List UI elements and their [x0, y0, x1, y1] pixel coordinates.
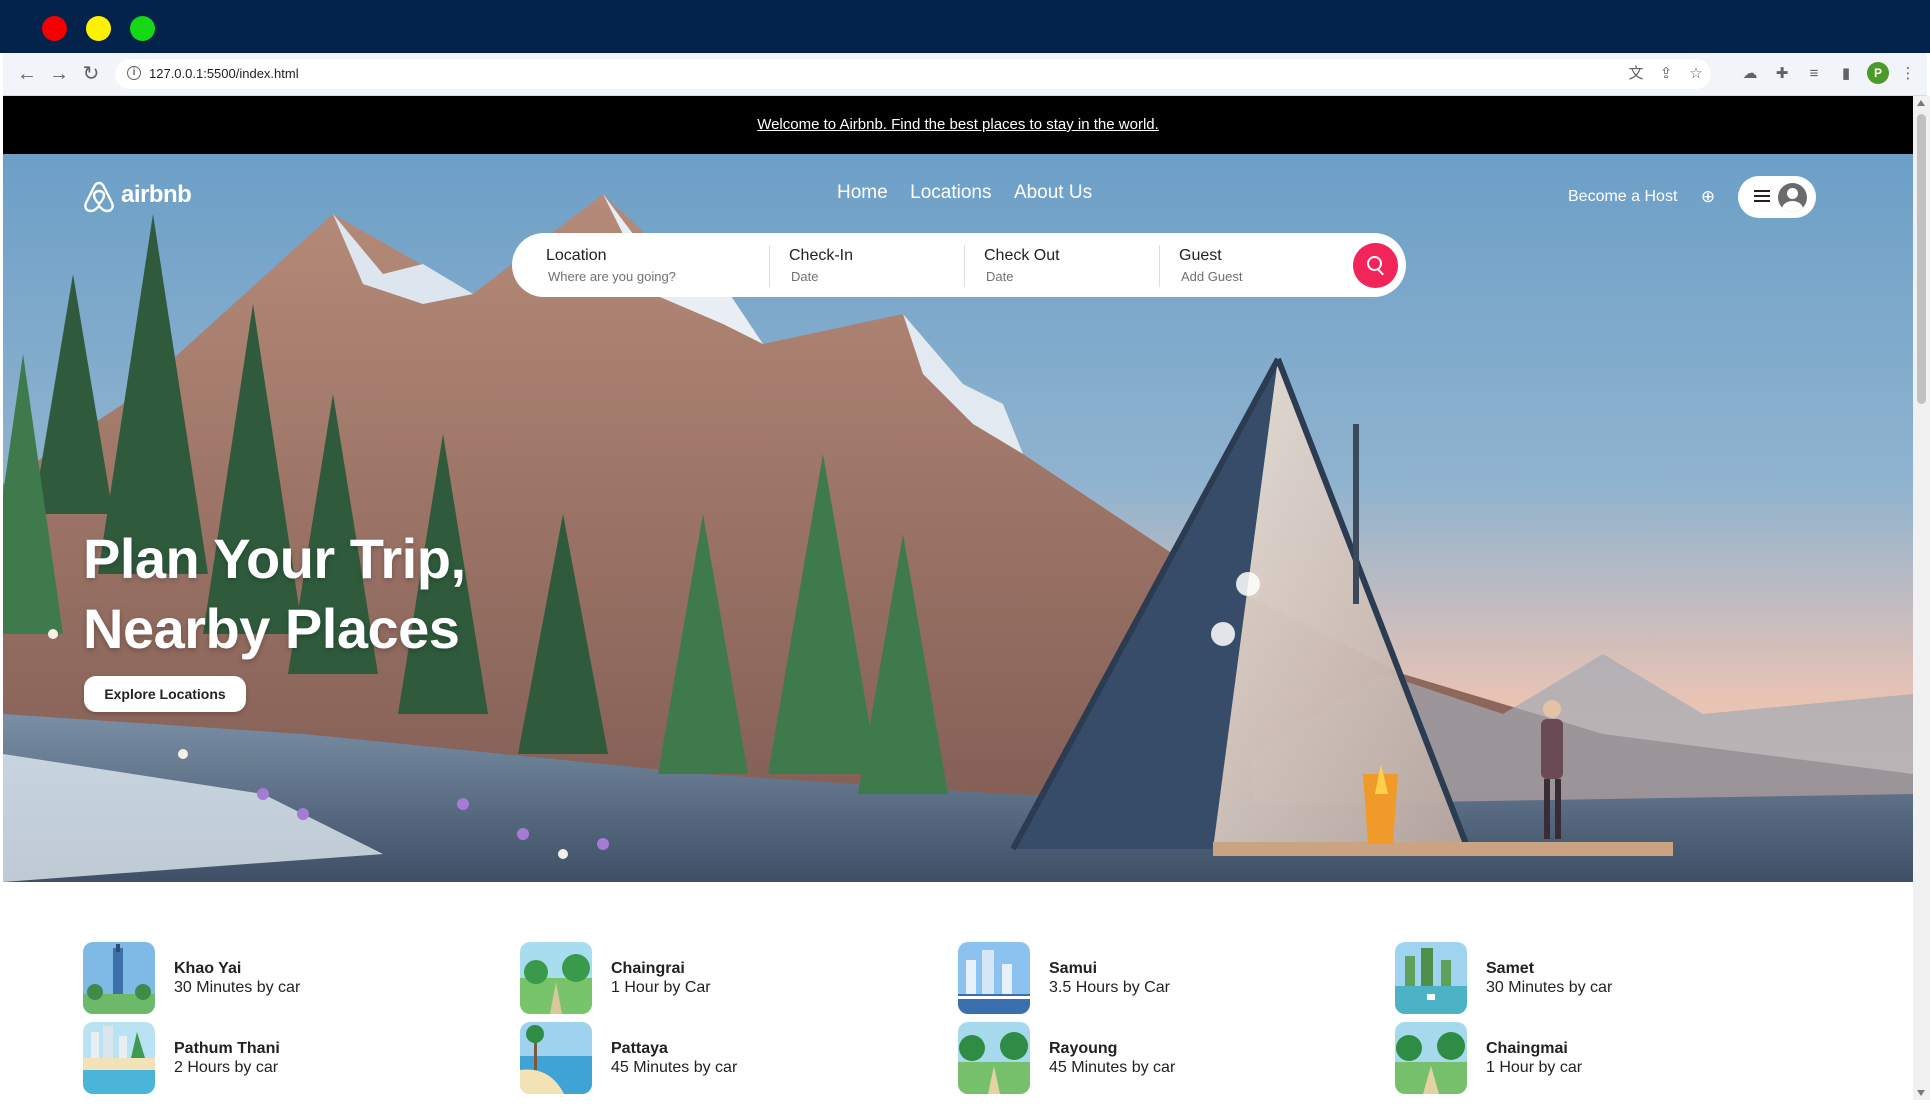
address-url[interactable]: 127.0.0.1:5500/index.html: [149, 66, 299, 81]
minimize-window-button[interactable]: [86, 16, 111, 41]
hero-section: airbnb Home Locations About Us Become a …: [3, 154, 1913, 882]
user-menu-button[interactable]: [1738, 176, 1816, 218]
search-divider: [769, 245, 770, 287]
nav-home[interactable]: Home: [837, 182, 888, 203]
profile-avatar[interactable]: P: [1867, 62, 1889, 84]
extensions-puzzle-icon[interactable]: ✚: [1773, 65, 1791, 83]
scrollbar-thumb[interactable]: [1917, 114, 1926, 404]
place-thumbnail: [1395, 1022, 1467, 1094]
place-distance: 30 Minutes by car: [1486, 979, 1613, 996]
window-titlebar: [0, 0, 1930, 53]
place-distance: 1 Hour by car: [1486, 1059, 1583, 1076]
page-scrollbar[interactable]: [1913, 96, 1930, 1100]
checkout-label: Check Out: [984, 247, 1060, 264]
scroll-down-arrow-icon[interactable]: [1917, 1090, 1925, 1096]
place-card[interactable]: Samui 3.5 Hours by Car: [958, 942, 1318, 1014]
place-name: Rayoung: [1049, 1040, 1118, 1057]
search-divider: [1159, 245, 1160, 287]
nav-locations[interactable]: Locations: [910, 182, 991, 203]
reload-icon[interactable]: ↻: [79, 62, 103, 86]
address-bar[interactable]: i 127.0.0.1:5500/index.html 文 ⇪ ☆: [115, 59, 1711, 89]
place-name: Chaingrai: [611, 960, 685, 977]
search-bar: Location Where are you going? Check-In D…: [512, 233, 1406, 297]
place-distance: 3.5 Hours by Car: [1049, 979, 1170, 996]
place-distance: 45 Minutes by car: [611, 1059, 738, 1076]
place-thumbnail: [520, 1022, 592, 1094]
site-info-icon[interactable]: i: [127, 66, 141, 80]
share-icon[interactable]: ⇪: [1657, 65, 1675, 83]
search-icon: [1367, 256, 1382, 271]
guest-label: Guest: [1179, 247, 1222, 264]
location-input[interactable]: Where are you going?: [548, 269, 676, 284]
place-name: Samui: [1049, 960, 1098, 977]
place-thumbnail: [958, 1022, 1030, 1094]
back-arrow-icon[interactable]: ←: [15, 62, 39, 86]
nearby-places: Khao Yai 30 Minutes by car Chaingrai 1 H…: [3, 942, 1913, 1100]
place-card[interactable]: Khao Yai 30 Minutes by car: [83, 942, 443, 1014]
side-panel-icon[interactable]: ▮: [1837, 65, 1855, 83]
place-distance: 1 Hour by Car: [611, 979, 711, 996]
place-card[interactable]: Pattaya 45 Minutes by car: [520, 1022, 880, 1094]
hero-title: Plan Your Trip, Nearby Places: [83, 524, 466, 664]
place-distance: 45 Minutes by car: [1049, 1059, 1176, 1076]
place-thumbnail: [83, 1022, 155, 1094]
close-window-button[interactable]: [42, 16, 67, 41]
checkin-input[interactable]: Date: [791, 269, 818, 284]
search-button[interactable]: [1353, 243, 1398, 288]
announcement-bar: Welcome to Airbnb. Find the best places …: [3, 96, 1913, 154]
location-label: Location: [546, 247, 607, 264]
hamburger-icon: [1754, 190, 1770, 202]
nav-about-us[interactable]: About Us: [1014, 182, 1092, 203]
checkin-label: Check-In: [789, 247, 854, 264]
maximize-window-button[interactable]: [130, 16, 155, 41]
user-avatar-icon: [1778, 183, 1807, 212]
search-divider: [964, 245, 965, 287]
globe-icon[interactable]: ⊕: [1699, 188, 1717, 206]
place-card[interactable]: Chaingmai 1 Hour by car: [1395, 1022, 1755, 1094]
guest-input[interactable]: Add Guest: [1181, 269, 1242, 284]
become-host-link[interactable]: Become a Host: [1568, 188, 1677, 206]
place-distance: 2 Hours by car: [174, 1059, 279, 1076]
place-name: Chaingmai: [1486, 1040, 1568, 1057]
scroll-up-arrow-icon[interactable]: [1917, 100, 1925, 106]
checkout-input[interactable]: Date: [986, 269, 1013, 284]
place-card[interactable]: Samet 30 Minutes by car: [1395, 942, 1755, 1014]
place-name: Pathum Thani: [174, 1040, 280, 1057]
place-card[interactable]: Chaingrai 1 Hour by Car: [520, 942, 880, 1014]
translate-icon[interactable]: 文: [1627, 65, 1645, 83]
browser-menu-icon[interactable]: ⋮: [1899, 65, 1917, 83]
place-name: Pattaya: [611, 1040, 668, 1057]
place-card[interactable]: Rayoung 45 Minutes by car: [958, 1022, 1318, 1094]
place-name: Samet: [1486, 960, 1535, 977]
place-thumbnail: [1395, 942, 1467, 1014]
place-distance: 30 Minutes by car: [174, 979, 301, 996]
hero-title-line1: Plan Your Trip,: [83, 527, 466, 590]
bookmark-star-icon[interactable]: ☆: [1687, 65, 1705, 83]
forward-arrow-icon[interactable]: →: [47, 62, 71, 86]
hero-title-line2: Nearby Places: [83, 597, 460, 660]
announcement-link[interactable]: Welcome to Airbnb. Find the best places …: [757, 116, 1159, 133]
reading-list-icon[interactable]: ≡: [1805, 65, 1823, 83]
place-thumbnail: [83, 942, 155, 1014]
place-thumbnail: [958, 942, 1030, 1014]
airbnb-logo-icon: [84, 181, 114, 213]
place-thumbnail: [520, 942, 592, 1014]
logo-wordmark: airbnb: [121, 181, 192, 208]
explore-locations-button[interactable]: Explore Locations: [84, 676, 246, 712]
place-name: Khao Yai: [174, 960, 242, 977]
browser-toolbar: ← → ↻ i 127.0.0.1:5500/index.html 文 ⇪ ☆ …: [3, 53, 1927, 96]
page-viewport: Welcome to Airbnb. Find the best places …: [3, 96, 1913, 1100]
extension-sync-icon[interactable]: ☁: [1741, 65, 1759, 83]
place-card[interactable]: Pathum Thani 2 Hours by car: [83, 1022, 443, 1094]
main-nav: Home Locations About Us: [837, 182, 1110, 204]
